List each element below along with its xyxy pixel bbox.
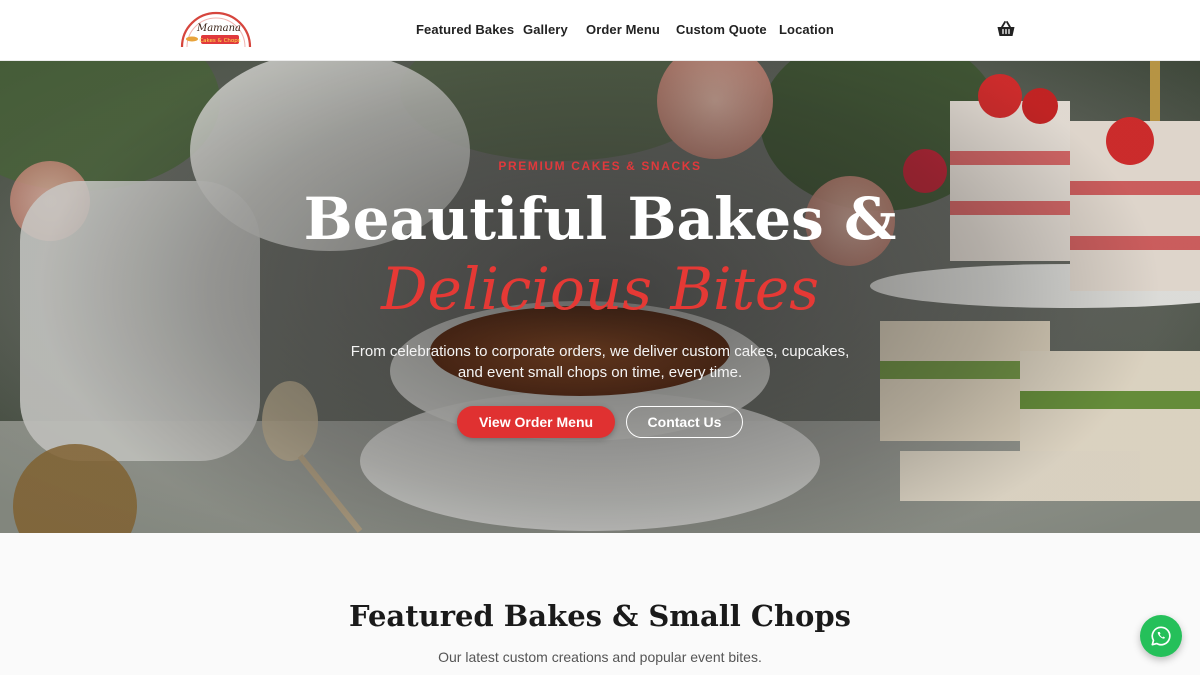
contact-us-button[interactable]: Contact Us [626,406,743,438]
hero-description: From celebrations to corporate orders, w… [350,343,850,381]
nav-location[interactable]: Location [779,22,834,37]
hero-headline-line1: Beautiful Bakes & [303,185,897,253]
hero-eyebrow: PREMIUM CAKES & SNACKS [498,159,702,173]
site-header: Mamana Cakes & Chops Featured Bakes Gall… [0,0,1200,61]
nav-featured-bakes[interactable]: Featured Bakes [416,22,514,37]
view-order-menu-button[interactable]: View Order Menu [457,406,615,438]
hero-headline-line2: Delicious Bites [380,255,819,323]
featured-title: Featured Bakes & Small Chops [348,599,852,633]
featured-section: Featured Bakes & Small Chops Our latest … [0,533,1200,675]
basket-icon[interactable] [996,19,1016,39]
nav-gallery[interactable]: Gallery [523,22,568,37]
nav-order-menu[interactable]: Order Menu [586,22,660,37]
featured-subtitle: Our latest custom creations and popular … [438,649,762,665]
nav-custom-quote[interactable]: Custom Quote [676,22,767,37]
main-nav: Featured Bakes Gallery Order Menu Custom… [0,0,1200,61]
hero-section: PREMIUM CAKES & SNACKS Beautiful Bakes &… [0,61,1200,533]
whatsapp-button[interactable] [1140,615,1182,657]
whatsapp-icon [1151,626,1171,646]
